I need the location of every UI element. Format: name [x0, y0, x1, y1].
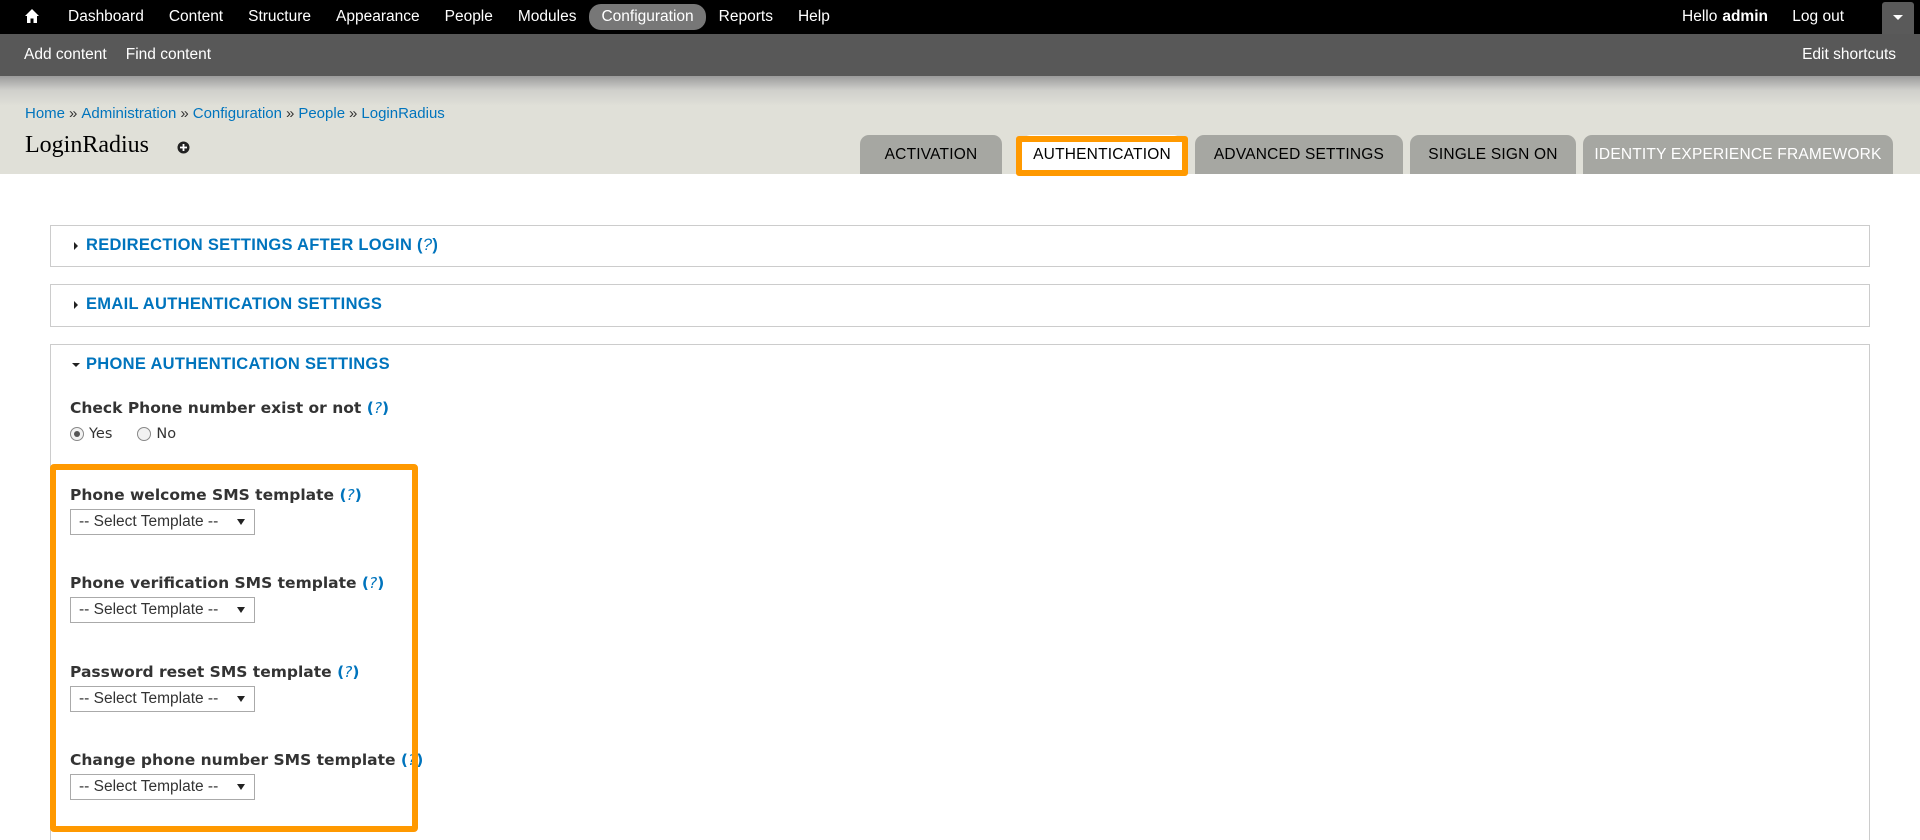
breadcrumb-people[interactable]: People [298, 105, 345, 122]
edit-shortcuts-link[interactable]: Edit shortcuts [1802, 34, 1896, 76]
chevron-down-icon [1893, 15, 1903, 20]
radio-yes[interactable]: Yes [70, 426, 112, 442]
welcome-sms-help[interactable]: (?) [339, 486, 361, 504]
password-reset-sms-label: Password reset SMS template (?) [70, 663, 360, 681]
tab-authentication[interactable]: AUTHENTICATION [1022, 135, 1182, 174]
toolbar-item-appearance[interactable]: Appearance [324, 4, 432, 30]
redirection-settings-toggle[interactable]: REDIRECTION SETTINGS AFTER LOGIN (?) [71, 236, 438, 255]
password-reset-sms-help[interactable]: (?) [337, 663, 359, 681]
welcome-sms-select[interactable]: -- Select Template -- [70, 509, 255, 535]
verification-sms-select[interactable]: -- Select Template -- [70, 597, 255, 623]
tab-identity-experience-framework[interactable]: IDENTITY EXPERIENCE FRAMEWORK [1583, 135, 1893, 174]
breadcrumb-loginradius[interactable]: LoginRadius [361, 105, 444, 122]
hello-text: Hello [1682, 8, 1718, 25]
toolbar-item-help[interactable]: Help [786, 4, 842, 30]
dropdown-arrow-icon [237, 519, 245, 525]
welcome-sms-label: Phone welcome SMS template (?) [70, 486, 362, 504]
redirection-help[interactable]: (?) [412, 236, 438, 255]
toolbar-menu: Dashboard Content Structure Appearance P… [56, 0, 843, 34]
radio-no-input[interactable] [137, 427, 152, 441]
caret-down-icon [72, 362, 80, 367]
tab-activation[interactable]: ACTIVATION [860, 135, 1002, 174]
shortcuts-bar: Add content Find content Edit shortcuts [0, 34, 1920, 76]
dropdown-arrow-icon [237, 696, 245, 702]
check-phone-radios: Yes No [70, 426, 201, 442]
add-shortcut-icon[interactable] [177, 141, 190, 154]
toolbar-item-people[interactable]: People [433, 4, 505, 30]
breadcrumb-administration[interactable]: Administration [81, 105, 176, 122]
breadcrumb: Home» Administration» Configuration» People… [25, 105, 445, 122]
email-authentication-title: EMAIL AUTHENTICATION SETTINGS [86, 295, 383, 313]
verification-sms-help[interactable]: (?) [362, 574, 384, 592]
radio-no[interactable]: No [137, 426, 176, 442]
tab-single-sign-on[interactable]: SINGLE SIGN ON [1410, 135, 1576, 174]
home-icon[interactable] [24, 8, 40, 24]
find-content-link[interactable]: Find content [126, 46, 211, 64]
tab-advanced-settings[interactable]: ADVANCED SETTINGS [1195, 135, 1403, 174]
phone-authentication-toggle[interactable]: PHONE AUTHENTICATION SETTINGS [71, 355, 390, 374]
username[interactable]: admin [1722, 8, 1768, 26]
toolbar-item-modules[interactable]: Modules [506, 4, 589, 30]
dropdown-arrow-icon [237, 784, 245, 790]
toolbar-item-configuration[interactable]: Configuration [589, 4, 706, 30]
user-greeting: Hello admin [1682, 0, 1768, 34]
change-phone-sms-help[interactable]: (?) [401, 751, 423, 769]
redirection-settings-title: REDIRECTION SETTINGS AFTER LOGIN [86, 236, 413, 254]
password-reset-sms-select[interactable]: -- Select Template -- [70, 686, 255, 712]
email-authentication-section: EMAIL AUTHENTICATION SETTINGS [50, 284, 1870, 327]
logout-link[interactable]: Log out [1792, 0, 1844, 34]
admin-toolbar: Dashboard Content Structure Appearance P… [0, 0, 1920, 34]
change-phone-sms-label: Change phone number SMS template (?) [70, 751, 424, 769]
breadcrumb-configuration[interactable]: Configuration [193, 105, 282, 122]
toolbar-item-content[interactable]: Content [157, 4, 235, 30]
phone-authentication-title: PHONE AUTHENTICATION SETTINGS [86, 355, 390, 373]
caret-right-icon [74, 241, 78, 250]
toolbar-item-dashboard[interactable]: Dashboard [56, 4, 156, 30]
verification-sms-label: Phone verification SMS template (?) [70, 574, 385, 592]
caret-right-icon [74, 300, 78, 309]
toolbar-item-reports[interactable]: Reports [707, 4, 785, 30]
page-title: LoginRadius [25, 132, 149, 158]
email-authentication-toggle[interactable]: EMAIL AUTHENTICATION SETTINGS [71, 295, 382, 314]
toolbar-item-structure[interactable]: Structure [236, 4, 323, 30]
shortcuts-toggle-button[interactable] [1882, 2, 1914, 34]
breadcrumb-home[interactable]: Home [25, 105, 65, 122]
change-phone-sms-select[interactable]: -- Select Template -- [70, 774, 255, 800]
redirection-settings-section: REDIRECTION SETTINGS AFTER LOGIN (?) [50, 225, 1870, 267]
radio-yes-input[interactable] [70, 427, 84, 441]
add-content-link[interactable]: Add content [24, 46, 107, 64]
dropdown-arrow-icon [237, 607, 245, 613]
check-phone-help[interactable]: (?) [367, 399, 389, 417]
check-phone-label: Check Phone number exist or not (?) [70, 399, 390, 417]
